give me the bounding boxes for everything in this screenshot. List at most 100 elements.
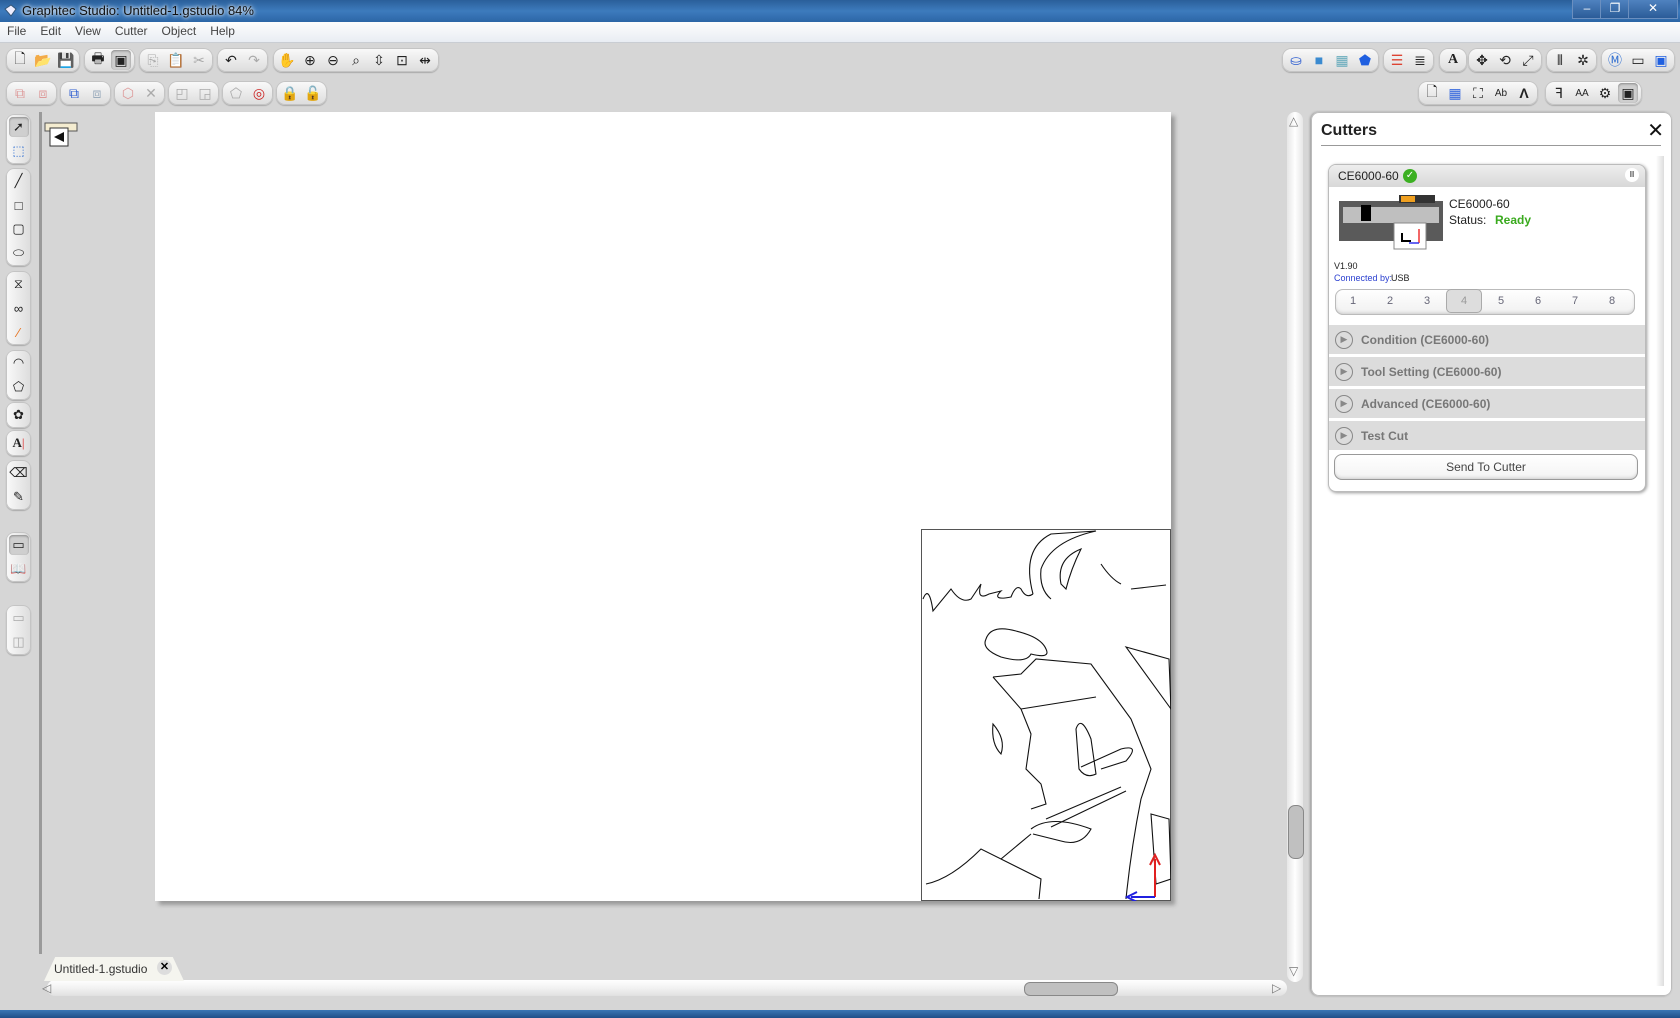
line-weight-icon[interactable]: ≣ — [1410, 50, 1430, 70]
slot-5[interactable]: 5 — [1483, 289, 1519, 313]
print-icon[interactable]: 🖶 — [88, 50, 108, 70]
slot-8[interactable]: 8 — [1594, 289, 1630, 313]
slot-4-selected[interactable]: 4 — [1446, 289, 1482, 313]
cutter-settings-icon[interactable]: ⚙ — [1595, 83, 1615, 103]
fill-pattern-icon[interactable]: ▦ — [1332, 50, 1352, 70]
copy-icon[interactable]: ⎘ — [143, 50, 163, 70]
cut-area-icon[interactable]: ▣ — [1651, 50, 1671, 70]
page-canvas[interactable] — [155, 112, 1171, 901]
text-tool-icon[interactable]: A | — [9, 433, 29, 453]
line-color-icon[interactable]: ■ — [1309, 50, 1329, 70]
flower-shape-icon[interactable]: ✿ — [9, 405, 29, 425]
media-settings-icon[interactable]: Ⓜ — [1605, 50, 1625, 70]
grid-icon[interactable]: ▦ — [1445, 83, 1465, 103]
rotate-icon[interactable]: ⟲ — [1495, 50, 1515, 70]
font-size-icon[interactable]: AA — [1572, 83, 1592, 103]
paste-icon[interactable]: 📋 — [166, 50, 186, 70]
slot-3[interactable]: 3 — [1409, 289, 1445, 313]
vertical-scroll-thumb[interactable] — [1288, 805, 1304, 859]
slot-6[interactable]: 6 — [1520, 289, 1556, 313]
registration-mark-icon[interactable]: ◎ — [249, 83, 269, 103]
panel-scrollbar[interactable] — [1656, 156, 1664, 986]
group-icon[interactable]: ⧉ — [10, 83, 30, 103]
horizontal-scroll-thumb[interactable] — [1024, 982, 1118, 996]
slot-2[interactable]: 2 — [1372, 289, 1408, 313]
open-file-icon[interactable]: 📂 — [33, 50, 53, 70]
section-tool-setting[interactable]: ▶ Tool Setting (CE6000-60) — [1329, 357, 1645, 388]
redo-icon[interactable]: ↷ — [244, 50, 264, 70]
rectangle-icon[interactable]: □ — [9, 195, 29, 215]
scroll-left-arrow-icon[interactable]: ◁ — [42, 981, 51, 995]
scroll-right-arrow-icon[interactable]: ▷ — [1272, 981, 1281, 995]
scroll-down-arrow-icon[interactable]: ▽ — [1289, 964, 1298, 978]
select-arrow-icon[interactable]: ➚ — [8, 117, 29, 137]
scale-icon[interactable]: ⤢ — [1518, 50, 1538, 70]
line-style-icon[interactable]: ☰ — [1387, 50, 1407, 70]
page-setup-icon[interactable]: ▭ — [1628, 50, 1648, 70]
knife-icon[interactable]: ✎ — [9, 487, 29, 507]
text-format-icon[interactable]: Ab — [1491, 83, 1511, 103]
fit-to-window-icon[interactable]: ⊡ — [392, 50, 412, 70]
restore-button[interactable]: ❐ — [1600, 0, 1630, 19]
shape-fill-icon[interactable]: ⬟ — [1355, 50, 1375, 70]
section-advanced[interactable]: ▶ Advanced (CE6000-60) — [1329, 389, 1645, 420]
release-compound-icon[interactable]: ⧈ — [87, 83, 107, 103]
lock-icon[interactable]: 🔒 — [280, 83, 300, 103]
document-tab[interactable]: Untitled-1.gstudio ✕ — [44, 957, 184, 981]
trace-icon[interactable]: ꟻ — [1549, 83, 1569, 103]
save-icon[interactable]: 💾 — [56, 50, 76, 70]
zoom-selection-icon[interactable]: ⌕ — [346, 50, 366, 70]
zoom-drag-icon[interactable]: ⇳ — [369, 50, 389, 70]
send-back-icon[interactable]: ◲ — [195, 83, 215, 103]
section-test-cut[interactable]: ▶ Test Cut — [1329, 421, 1645, 452]
page-layout-icon[interactable]: 🗋 — [1422, 83, 1442, 103]
section-condition[interactable]: ▶ Condition (CE6000-60) — [1329, 325, 1645, 356]
ungroup-icon[interactable]: ⧈ — [33, 83, 53, 103]
cut-icon[interactable]: ✂ — [189, 50, 209, 70]
page-view-icon[interactable]: ▭ — [8, 535, 29, 555]
close-panel-icon[interactable]: ✕ — [1647, 118, 1664, 143]
library-icon[interactable]: 📖 — [9, 559, 29, 579]
menu-cutter[interactable]: Cutter — [108, 22, 155, 41]
polygon-pen-icon[interactable]: ⧖ — [9, 274, 29, 294]
edit-points-icon[interactable]: ⬚ — [9, 141, 29, 161]
send-panel-icon[interactable]: ▣ — [1618, 83, 1638, 103]
zoom-out-icon[interactable]: ⊖ — [323, 50, 343, 70]
bring-front-icon[interactable]: ◰ — [172, 83, 192, 103]
new-document-icon[interactable]: 🗋 — [10, 50, 30, 70]
ellipse-icon[interactable]: ⬭ — [9, 243, 29, 263]
mirror-icon[interactable]: Λ — [1514, 83, 1534, 103]
delete-x-icon[interactable]: ✕ — [141, 83, 161, 103]
minimize-button[interactable]: – — [1572, 0, 1602, 19]
polygon-icon[interactable]: ⬠ — [9, 377, 29, 397]
make-compound-icon[interactable]: ⧉ — [64, 83, 84, 103]
undo-icon[interactable]: ↶ — [221, 50, 241, 70]
rounded-rectangle-icon[interactable]: ▢ — [9, 219, 29, 239]
pan-hand-icon[interactable]: ✋ — [277, 50, 297, 70]
single-panel-icon[interactable]: ▭ — [9, 608, 29, 628]
scroll-up-arrow-icon[interactable]: △ — [1289, 114, 1298, 128]
eraser-icon[interactable]: ⌫ — [9, 463, 29, 483]
menu-edit[interactable]: Edit — [33, 22, 68, 41]
slot-7[interactable]: 7 — [1557, 289, 1593, 313]
menu-help[interactable]: Help — [203, 22, 242, 41]
line-icon[interactable]: ╱ — [9, 171, 29, 191]
freehand-icon[interactable]: ∕ — [9, 322, 29, 342]
replicate-icon[interactable]: ✲ — [1573, 50, 1593, 70]
send-window-icon[interactable]: ▣ — [111, 50, 131, 70]
fill-bucket-icon[interactable]: ⛀ — [1286, 50, 1306, 70]
menu-object[interactable]: Object — [155, 22, 204, 41]
text-style-icon[interactable]: A — [1443, 50, 1463, 70]
traced-artwork[interactable] — [921, 529, 1171, 901]
menu-view[interactable]: View — [68, 22, 108, 41]
fit-width-icon[interactable]: ⇹ — [415, 50, 435, 70]
crop-icon[interactable]: ⛶ — [1468, 83, 1488, 103]
zoom-in-icon[interactable]: ⊕ — [300, 50, 320, 70]
slot-1[interactable]: 1 — [1335, 289, 1371, 313]
arc-icon[interactable]: ◠ — [9, 353, 29, 373]
offset-icon[interactable]: ⬡ — [118, 83, 138, 103]
unlock-icon[interactable]: 🔓 — [303, 83, 323, 103]
align-icon[interactable]: ⫴ — [1550, 50, 1570, 70]
weld-icon[interactable]: ⬠ — [226, 83, 246, 103]
send-to-cutter-button[interactable]: Send To Cutter — [1334, 454, 1638, 480]
